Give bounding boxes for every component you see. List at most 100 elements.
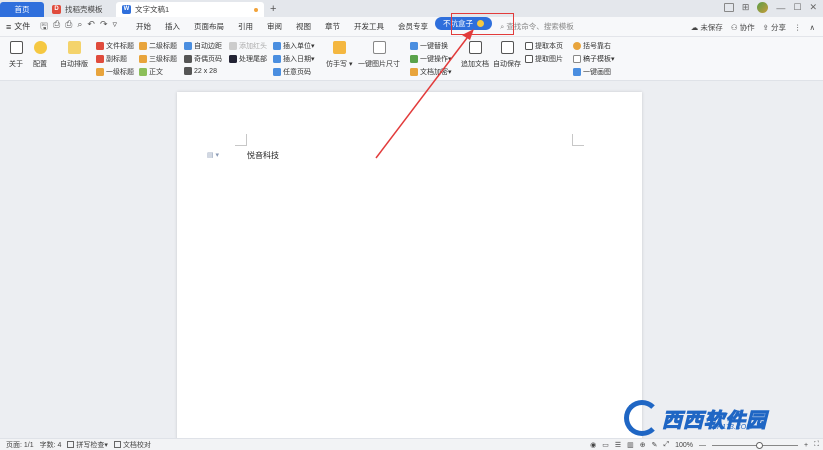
third-title-label: 三级标题 <box>149 56 177 63</box>
file-menu[interactable]: ≡ 文件 <box>6 21 30 32</box>
tab-home[interactable]: 首页 <box>0 2 44 17</box>
config-button[interactable]: 配置 <box>33 41 47 69</box>
page-view-icon[interactable]: ▭ <box>602 441 609 449</box>
insert-unit-button[interactable]: 插入单位 ▾ <box>273 41 315 51</box>
menu-references[interactable]: 引用 <box>231 17 260 37</box>
about-button[interactable]: 关于 <box>9 41 23 69</box>
file-menu-label: 文件 <box>14 22 31 31</box>
menu-review[interactable]: 审阅 <box>260 17 289 37</box>
grid-size-icon <box>184 67 192 75</box>
body-text-button[interactable]: 正文 <box>139 67 163 77</box>
proofread-button[interactable]: 文档校对 <box>113 440 151 450</box>
customize-icon[interactable]: ▿ <box>112 19 117 35</box>
auto-margin-button[interactable]: 自动边距 <box>184 41 222 51</box>
fullscreen-icon[interactable]: ⛶ <box>814 441 819 449</box>
second-title-button[interactable]: 二级标题 <box>139 41 177 51</box>
heading-2-icon <box>139 42 147 50</box>
zoom-slider-knob[interactable] <box>756 441 763 449</box>
zoom-slider[interactable] <box>712 441 798 449</box>
paper-template-button[interactable]: 稿子模板 ▾ <box>573 54 615 64</box>
menu-start[interactable]: 开始 <box>129 17 158 37</box>
spell-check-button[interactable]: 拼写检查 ▾ <box>67 440 108 450</box>
close-icon[interactable]: ✕ <box>809 2 817 13</box>
undo-icon[interactable]: ↶ <box>87 19 95 35</box>
word-count[interactable]: 字数: 4 <box>40 440 62 450</box>
redo-icon[interactable]: ↷ <box>100 19 108 35</box>
auto-layout-button[interactable]: 自动排版 <box>60 41 88 69</box>
one-click-replace-button[interactable]: 一键替换 <box>410 41 448 51</box>
add-header-button[interactable]: 添加红头 <box>229 41 267 51</box>
unsaved-label: 未保存 <box>700 22 723 32</box>
menu-chapter[interactable]: 章节 <box>318 17 347 37</box>
search-input[interactable]: 查找命令、搜索模板 <box>506 21 574 32</box>
menu-developer[interactable]: 开发工具 <box>347 17 391 37</box>
handwrite-button[interactable]: 仿手写 ▾ <box>326 41 352 69</box>
extract-image-button[interactable]: 提取图片 <box>525 54 563 64</box>
document-area[interactable]: ▤ ▾ 悦音科技 <box>0 81 823 438</box>
grid-button[interactable]: 22 x 28 <box>184 67 217 75</box>
first-title-button[interactable]: 一级标题 <box>96 67 134 77</box>
lock-icon <box>410 68 418 76</box>
auto-save-label: 自动保存 <box>493 61 521 68</box>
unsaved-button[interactable]: ☁ 未保存 <box>691 22 723 33</box>
collab-button[interactable]: ⚇ 协作 <box>731 22 755 33</box>
auto-margin-label: 自动边距 <box>194 43 222 50</box>
more-icon[interactable]: ⋮ <box>794 23 802 32</box>
new-tab-button[interactable]: + <box>270 2 276 17</box>
preview-icon[interactable]: ⌕ <box>77 19 82 35</box>
menu-member[interactable]: 会员专享 <box>391 17 435 37</box>
outline-view-icon[interactable]: ☰ <box>615 441 621 449</box>
heading-h-icon <box>96 42 104 50</box>
bracket-right-button[interactable]: 括号靠右 <box>573 41 611 51</box>
handwrite-label: 仿手写 ▾ <box>326 61 353 68</box>
subtitle-button[interactable]: 副标题 <box>96 54 127 64</box>
tab-template[interactable]: D 找稻壳模板 <box>46 2 114 17</box>
third-title-button[interactable]: 三级标题 <box>139 54 177 64</box>
fit-icon[interactable]: ⤢ <box>663 441 669 449</box>
odd-even-button[interactable]: 奇偶页码 <box>184 54 222 64</box>
share-button[interactable]: ⇪ 分享 <box>763 22 786 33</box>
watermark-url: CR173.COM <box>712 424 753 431</box>
minimize-icon[interactable]: — <box>776 3 785 13</box>
file-title-button[interactable]: 文件标题 <box>96 41 134 51</box>
reading-view-icon[interactable]: ▥ <box>627 441 634 449</box>
tail-icon <box>229 55 237 63</box>
encrypt-button[interactable]: 文档加密 ▾ <box>410 67 452 77</box>
page-count[interactable]: 页面: 1/1 <box>6 440 34 450</box>
maximize-icon[interactable]: ☐ <box>793 2 801 13</box>
insert-date-button[interactable]: 插入日期 ▾ <box>273 54 315 64</box>
one-click-draw-button[interactable]: 一键画图 <box>573 67 611 77</box>
eye-icon[interactable]: ◉ <box>590 441 596 449</box>
share-label: 分享 <box>771 22 786 32</box>
export-pdf-icon[interactable]: ⎙ <box>53 19 60 35</box>
paragraph-handle-icon[interactable]: ▤ ▾ <box>207 151 219 159</box>
save-icon[interactable]: 🖫 <box>40 19 48 35</box>
zoom-in-button[interactable]: + <box>804 442 808 449</box>
pen-icon[interactable]: ✎ <box>652 441 658 449</box>
extract-page-button[interactable]: 提取本页 <box>525 41 563 51</box>
tab-document[interactable]: W 文字文稿1 <box>116 2 264 17</box>
one-click-operate-button[interactable]: 一键操作 ▾ <box>410 54 452 64</box>
menu-page-layout[interactable]: 页面布局 <box>187 17 231 37</box>
process-tail-button[interactable]: 处理尾部 <box>229 54 267 64</box>
auto-save-icon <box>500 41 514 54</box>
avatar[interactable] <box>757 2 769 13</box>
menu-insert[interactable]: 插入 <box>158 17 187 37</box>
zoom-level[interactable]: 100% <box>675 442 693 449</box>
add-doc-button[interactable]: 追加文档 <box>461 41 489 69</box>
web-view-icon[interactable]: ⊕ <box>640 441 646 449</box>
image-size-button[interactable]: 一键图片尺寸 <box>358 41 400 69</box>
grid-icon[interactable]: ⊞ <box>742 2 750 13</box>
document-body-text[interactable]: 悦音科技 <box>247 150 279 161</box>
layout-icon[interactable] <box>723 3 734 12</box>
menu-view[interactable]: 视图 <box>289 17 318 37</box>
dropdown-icon: ▾ <box>104 441 108 449</box>
auto-save-button[interactable]: 自动保存 <box>493 41 521 69</box>
any-page-button[interactable]: 任意页码 <box>273 67 311 77</box>
print-icon[interactable]: ⎙ <box>65 19 72 35</box>
any-page-icon <box>273 68 281 76</box>
zoom-out-button[interactable]: — <box>699 442 706 449</box>
document-page[interactable]: ▤ ▾ 悦音科技 <box>177 92 642 438</box>
collapse-ribbon-icon[interactable]: ∧ <box>810 23 816 32</box>
file-title-label: 文件标题 <box>106 43 134 50</box>
